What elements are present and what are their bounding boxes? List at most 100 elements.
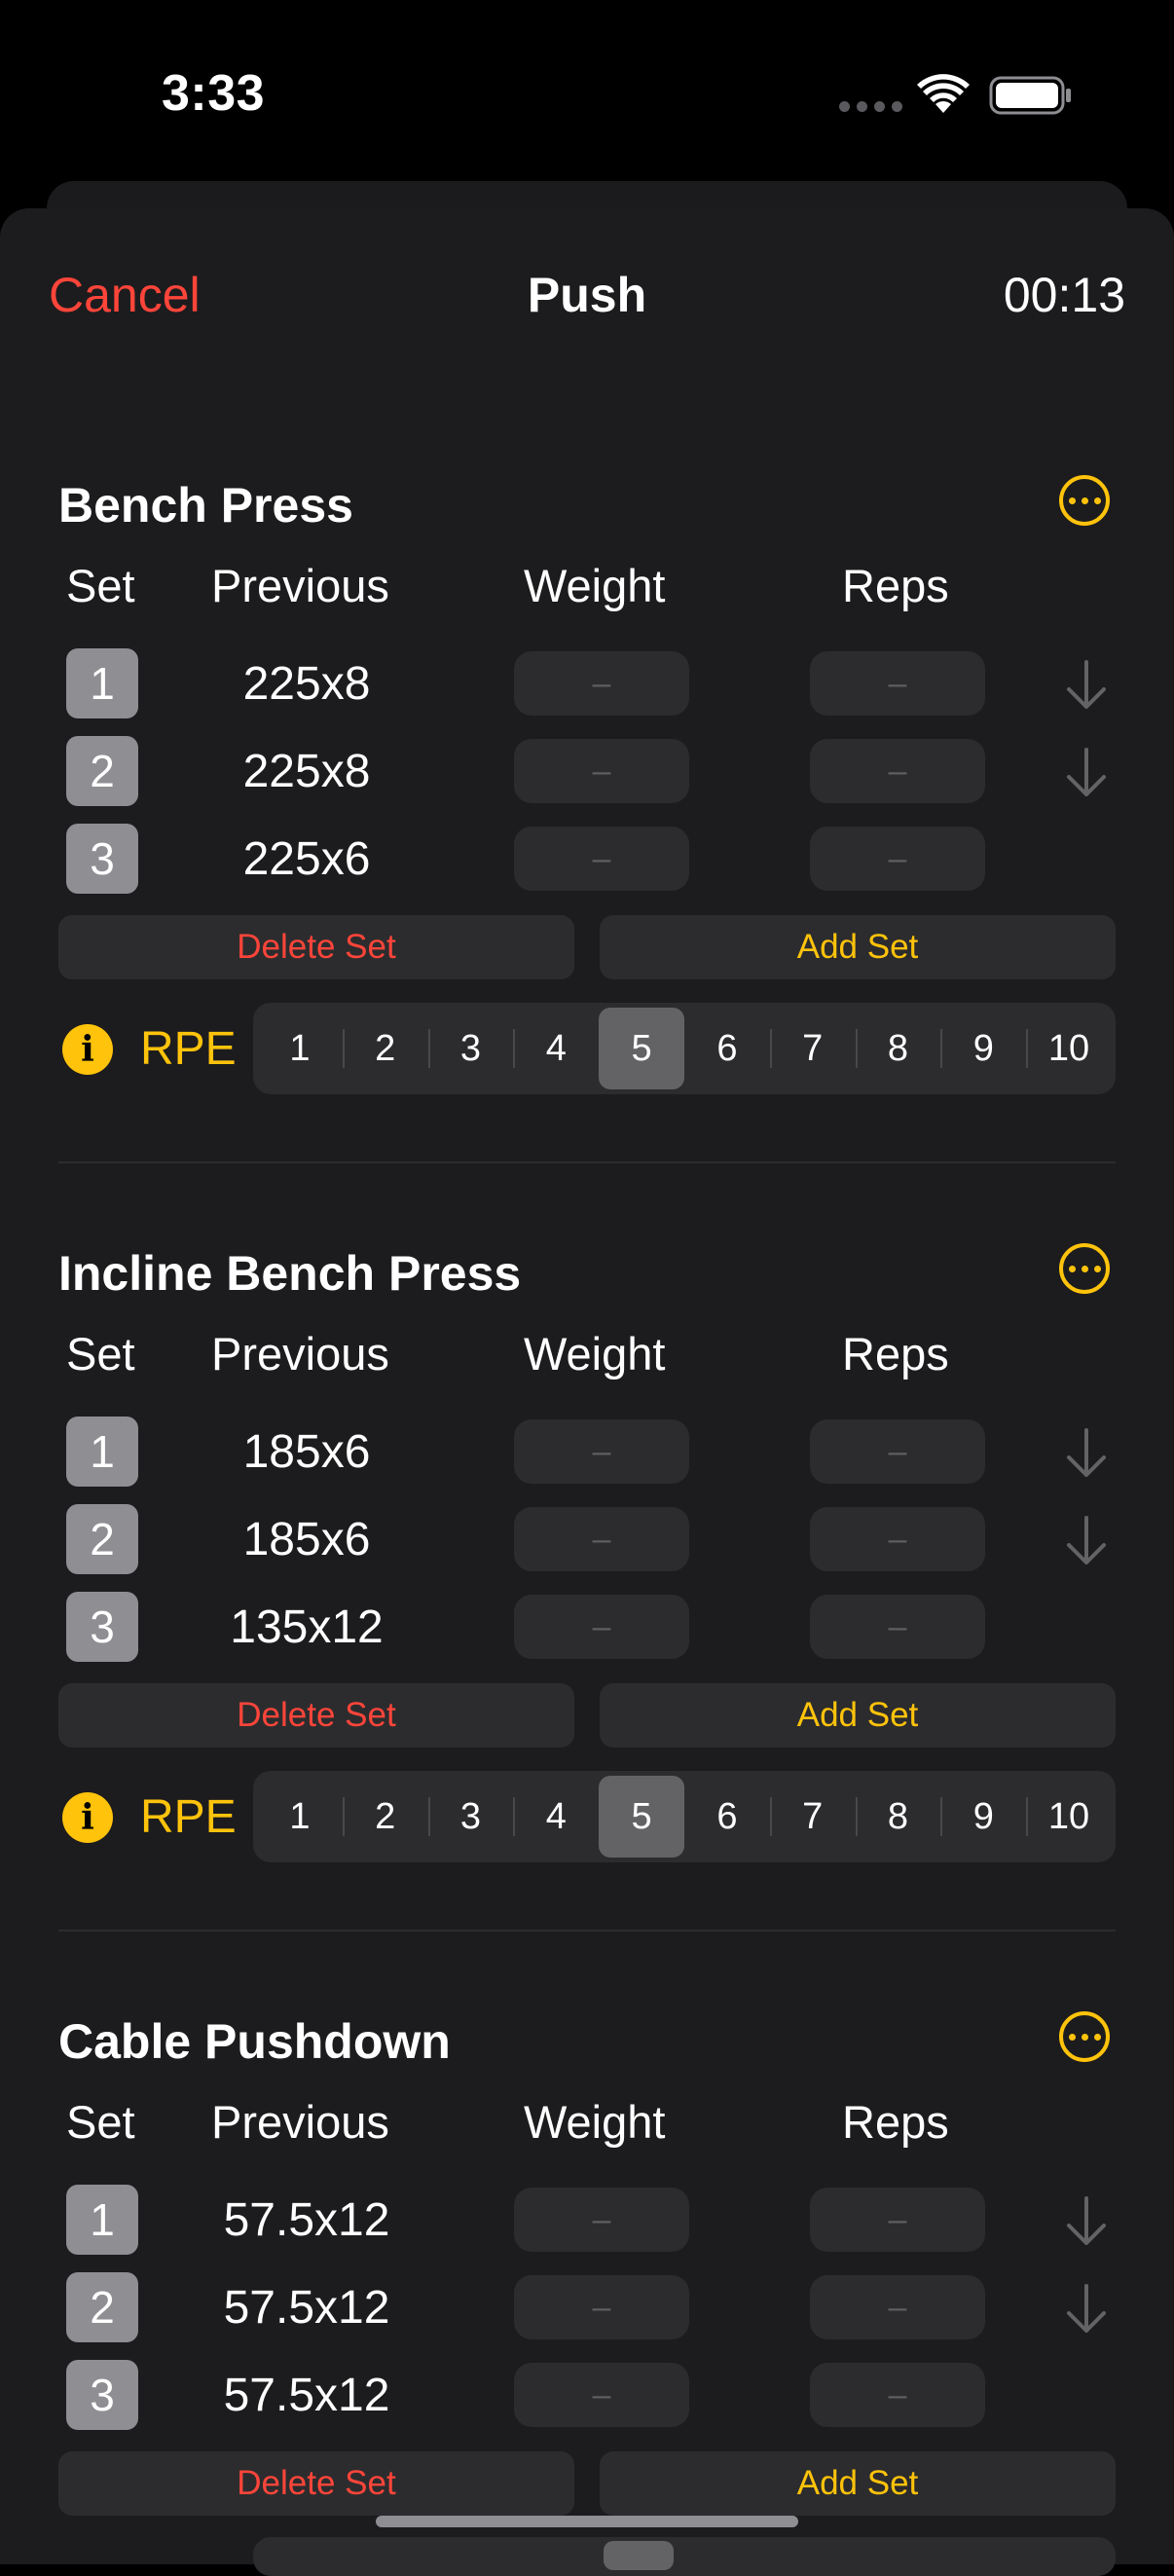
rpe-option[interactable]: 9 (940, 1776, 1026, 1858)
battery-icon (989, 76, 1071, 115)
set-actions: Delete Set Add Set (0, 915, 1174, 985)
arrow-down-icon[interactable] (1063, 658, 1110, 713)
set-number-badge[interactable]: 2 (66, 736, 138, 806)
exercise-name: Bench Press (58, 478, 353, 533)
column-header-weight: Weight (524, 1328, 666, 1380)
rpe-option[interactable]: 7 (769, 1776, 856, 1858)
reps-input[interactable]: – (810, 827, 985, 891)
rpe-option[interactable]: 4 (513, 1008, 599, 1089)
delete-set-button[interactable]: Delete Set (58, 1683, 574, 1748)
reps-input[interactable]: – (810, 739, 985, 803)
set-number-badge[interactable]: 2 (66, 1504, 138, 1574)
rpe-option[interactable]: 6 (684, 1008, 770, 1089)
weight-input[interactable]: – (514, 1507, 689, 1571)
more-options-icon[interactable] (1059, 1243, 1110, 1294)
rpe-label: RPE (140, 1023, 237, 1075)
arrow-down-icon[interactable] (1063, 2194, 1110, 2249)
rpe-option[interactable]: 1 (257, 1776, 343, 1858)
weight-input[interactable]: – (514, 2363, 689, 2427)
set-row: 1 185x6 – – (0, 1417, 1174, 1487)
weight-input[interactable]: – (514, 827, 689, 891)
rpe-option[interactable]: 3 (427, 1008, 514, 1089)
arrow-down-icon[interactable] (1063, 746, 1110, 800)
set-number-badge[interactable]: 3 (66, 2360, 138, 2430)
column-header-set: Set (66, 2096, 135, 2148)
rpe-option[interactable]: 10 (1026, 1008, 1112, 1089)
arrow-down-icon[interactable] (1063, 1426, 1110, 1481)
column-header-previous: Previous (211, 560, 389, 611)
reps-input[interactable]: – (810, 651, 985, 716)
column-header-set: Set (66, 1328, 135, 1380)
reps-input[interactable]: – (810, 2275, 985, 2339)
rpe-row: i RPE 1 2 3 4 5 6 7 8 9 10 (0, 1771, 1174, 1862)
exercise-card-incline-bench-press: Incline Bench Press Set Previous Weight … (0, 1243, 1174, 1927)
status-time: 3:33 (162, 65, 266, 122)
set-number-badge[interactable]: 3 (66, 824, 138, 894)
set-number-badge[interactable]: 1 (66, 2185, 138, 2255)
workout-title: Push (527, 268, 647, 322)
set-row: 2 57.5x12 – – (0, 2272, 1174, 2342)
set-actions: Delete Set Add Set (0, 2451, 1174, 2521)
rpe-option-selected-partial[interactable] (604, 2541, 674, 2570)
rpe-segmented-control[interactable]: 1 2 3 4 5 6 7 8 9 10 (253, 1003, 1116, 1094)
rpe-option[interactable]: 10 (1026, 1776, 1112, 1858)
rpe-option[interactable]: 9 (940, 1008, 1026, 1089)
weight-input[interactable]: – (514, 651, 689, 716)
more-options-icon[interactable] (1059, 475, 1110, 526)
workout-timer: 00:13 (1003, 268, 1125, 322)
rpe-option[interactable]: 2 (342, 1776, 428, 1858)
rpe-segmented-control[interactable]: 1 2 3 4 5 6 7 8 9 10 (253, 1771, 1116, 1862)
signal-dots-icon (839, 101, 902, 112)
set-number-badge[interactable]: 3 (66, 1592, 138, 1662)
rpe-option[interactable]: 7 (769, 1008, 856, 1089)
add-set-button[interactable]: Add Set (600, 1683, 1116, 1748)
rpe-option[interactable]: 8 (855, 1008, 941, 1089)
rpe-option[interactable]: 2 (342, 1008, 428, 1089)
weight-input[interactable]: – (514, 1419, 689, 1484)
add-set-button[interactable]: Add Set (600, 915, 1116, 979)
column-header-weight: Weight (524, 2096, 666, 2148)
reps-input[interactable]: – (810, 2188, 985, 2252)
set-row: 2 225x8 – – (0, 736, 1174, 806)
set-number-badge[interactable]: 2 (66, 2272, 138, 2342)
exercise-name: Cable Pushdown (58, 2014, 451, 2069)
column-header-previous: Previous (211, 2096, 389, 2148)
previous-value: 185x6 (242, 1513, 371, 1565)
previous-value: 57.5x12 (223, 2193, 390, 2246)
arrow-down-icon[interactable] (1063, 1514, 1110, 1568)
previous-value: 57.5x12 (223, 2369, 390, 2421)
delete-set-button[interactable]: Delete Set (58, 2451, 574, 2516)
add-set-button[interactable]: Add Set (600, 2451, 1116, 2516)
rpe-option[interactable]: 8 (855, 1776, 941, 1858)
column-header-weight: Weight (524, 560, 666, 611)
weight-input[interactable]: – (514, 1595, 689, 1659)
delete-set-button[interactable]: Delete Set (58, 915, 574, 979)
set-row: 3 135x12 – – (0, 1592, 1174, 1662)
previous-value: 57.5x12 (223, 2281, 390, 2334)
reps-input[interactable]: – (810, 2363, 985, 2427)
set-number-badge[interactable]: 1 (66, 1417, 138, 1487)
rpe-option-selected[interactable]: 5 (599, 1008, 684, 1089)
more-options-icon[interactable] (1059, 2011, 1110, 2062)
reps-input[interactable]: – (810, 1595, 985, 1659)
weight-input[interactable]: – (514, 2275, 689, 2339)
wifi-icon (917, 74, 970, 113)
weight-input[interactable]: – (514, 739, 689, 803)
info-circle-icon[interactable]: i (62, 1024, 113, 1075)
arrow-down-icon[interactable] (1063, 2282, 1110, 2337)
column-header-reps: Reps (842, 2096, 949, 2148)
rpe-segmented-control-partial[interactable] (253, 2537, 1116, 2576)
set-row: 3 57.5x12 – – (0, 2360, 1174, 2430)
weight-input[interactable]: – (514, 2188, 689, 2252)
rpe-option[interactable]: 6 (684, 1776, 770, 1858)
info-circle-icon[interactable]: i (62, 1792, 113, 1843)
home-indicator[interactable] (376, 2516, 798, 2527)
reps-input[interactable]: – (810, 1507, 985, 1571)
rpe-option[interactable]: 4 (513, 1776, 599, 1858)
rpe-option-selected[interactable]: 5 (599, 1776, 684, 1858)
previous-value: 185x6 (242, 1425, 371, 1478)
reps-input[interactable]: – (810, 1419, 985, 1484)
rpe-option[interactable]: 1 (257, 1008, 343, 1089)
set-number-badge[interactable]: 1 (66, 648, 138, 718)
rpe-option[interactable]: 3 (427, 1776, 514, 1858)
